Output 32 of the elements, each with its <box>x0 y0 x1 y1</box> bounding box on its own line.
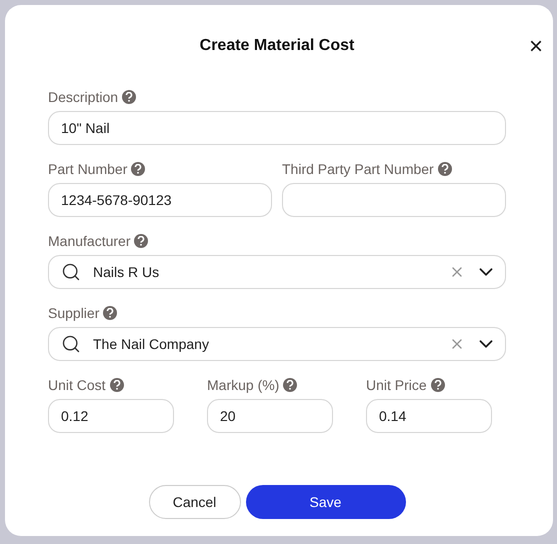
search-input[interactable]: Nails R Us <box>91 263 439 281</box>
help-icon[interactable] <box>283 378 298 392</box>
input-field[interactable]: 0.14 <box>366 399 492 433</box>
search-icon <box>61 262 81 282</box>
help-icon[interactable] <box>122 90 136 104</box>
input-field[interactable]: 1234-5678-90123 <box>48 183 272 217</box>
help-icon[interactable] <box>131 162 146 176</box>
search-input[interactable]: The Nail Company <box>91 335 439 353</box>
help-icon[interactable] <box>134 234 148 248</box>
field-label: Third Party Part Number <box>282 161 434 177</box>
field-label: Description <box>48 89 118 105</box>
input-field[interactable] <box>282 183 506 217</box>
help-icon[interactable] <box>103 306 118 320</box>
input-field[interactable]: 20 <box>207 399 333 433</box>
search-icon <box>61 334 81 354</box>
field-label: Part Number <box>48 161 128 177</box>
help-icon[interactable] <box>110 378 124 392</box>
input-field[interactable]: 10" Nail <box>48 111 506 145</box>
close-button[interactable]: × <box>528 37 543 57</box>
field-label: Supplier <box>48 305 100 321</box>
field-label: Markup (%) <box>207 377 280 393</box>
help-icon[interactable] <box>438 162 452 176</box>
dialog-title: Create Material Cost <box>200 37 354 55</box>
combo-box[interactable]: The Nail Company <box>48 327 506 361</box>
help-icon[interactable] <box>430 378 445 392</box>
cancel-button[interactable]: Cancel <box>148 485 240 519</box>
input-field[interactable]: 0.12 <box>48 399 174 433</box>
field-label: Manufacturer <box>48 233 130 249</box>
field-label: Unit Price <box>366 377 427 393</box>
combo-box[interactable]: Nails R Us <box>48 255 506 289</box>
save-button[interactable]: Save <box>246 485 406 519</box>
field-label: Unit Cost <box>48 377 106 393</box>
